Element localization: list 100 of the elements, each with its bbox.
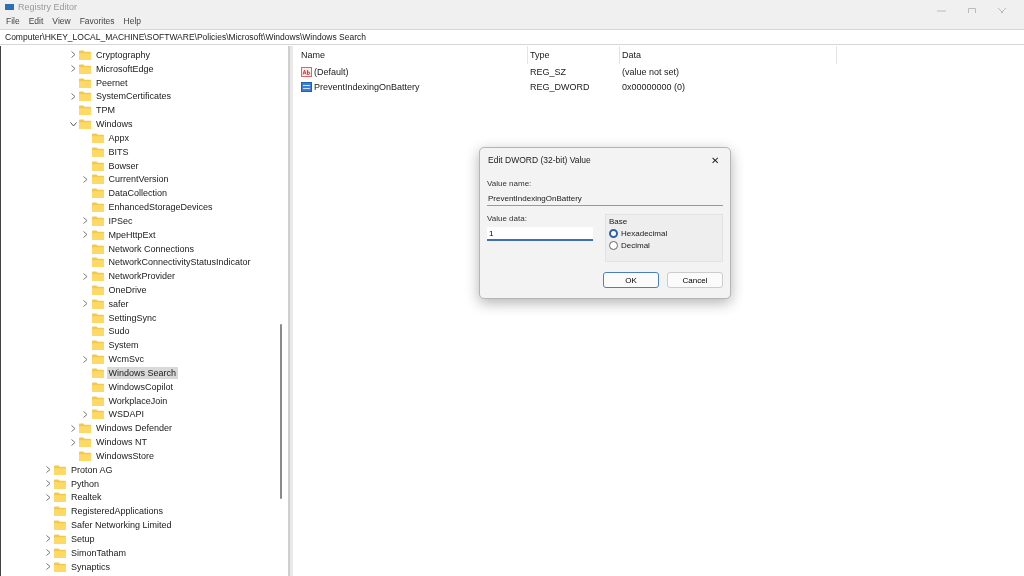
folder-icon xyxy=(91,326,104,337)
radio-button[interactable] xyxy=(609,229,618,238)
value-name[interactable]: (Default) xyxy=(314,66,349,77)
tree-item[interactable]: Appx xyxy=(106,131,131,144)
expand-chevron-icon[interactable] xyxy=(44,465,52,474)
expand-chevron-icon[interactable] xyxy=(69,438,77,447)
string-value-icon xyxy=(301,66,312,77)
tree-item[interactable]: WindowsCopilot xyxy=(106,380,176,393)
close-button[interactable]: ✕ xyxy=(707,154,723,166)
tree-item[interactable]: WorkplaceJoin xyxy=(106,394,170,407)
expand-chevron-icon[interactable] xyxy=(69,92,77,101)
radio-label[interactable]: Decimal xyxy=(621,241,650,250)
dialog-button[interactable]: OK xyxy=(603,272,659,288)
expand-chevron-icon[interactable] xyxy=(44,548,52,557)
tree-item[interactable]: Safer Networking Limited xyxy=(69,519,174,532)
radio-button[interactable] xyxy=(609,241,618,250)
expand-chevron-icon[interactable] xyxy=(81,216,90,225)
tree-item[interactable]: EnhancedStorageDevices xyxy=(106,201,215,213)
tree-item[interactable]: NetworkConnectivityStatusIndicator xyxy=(106,256,253,269)
column-header[interactable]: Data xyxy=(620,46,837,64)
folder-icon xyxy=(91,188,104,199)
folder-icon xyxy=(54,533,66,544)
maximize-icon[interactable] xyxy=(968,8,976,13)
folder-icon xyxy=(54,464,66,475)
folder-icon xyxy=(91,257,104,268)
folder-icon xyxy=(91,229,104,240)
dialog-button[interactable]: Cancel xyxy=(667,272,723,288)
tree-item[interactable]: Windows NT xyxy=(94,436,149,449)
collapse-chevron-icon[interactable] xyxy=(69,120,77,129)
value-type: REG_DWORD xyxy=(529,80,591,94)
tree-item[interactable]: OneDrive xyxy=(106,284,149,296)
menu-item[interactable]: Help xyxy=(123,16,142,26)
tree-item[interactable]: Synaptics xyxy=(69,560,113,573)
folder-icon xyxy=(91,146,104,157)
folder-icon xyxy=(79,49,91,60)
folder-icon xyxy=(91,409,104,420)
tree-item[interactable]: Proton AG xyxy=(69,463,115,476)
expand-chevron-icon[interactable] xyxy=(44,562,52,571)
folder-icon xyxy=(54,520,66,531)
folder-icon xyxy=(91,395,104,406)
tree-item[interactable]: Python xyxy=(69,477,102,490)
tree-item[interactable]: Sudo xyxy=(106,325,132,338)
expand-chevron-icon[interactable] xyxy=(44,493,52,502)
value-type: REG_SZ xyxy=(529,65,567,79)
folder-icon xyxy=(79,91,91,102)
tree-item[interactable]: Bowser xyxy=(106,159,141,172)
expand-chevron-icon[interactable] xyxy=(81,355,90,364)
tree-item[interactable]: Cryptography xyxy=(94,48,153,61)
tree-item[interactable]: WSDAPI xyxy=(106,408,146,421)
scrollbar-thumb[interactable] xyxy=(280,324,282,499)
menu-item[interactable]: Favorites xyxy=(79,16,115,26)
radio-label[interactable]: Hexadecimal xyxy=(621,229,668,238)
folder-icon xyxy=(54,492,66,503)
folder-icon xyxy=(54,478,66,489)
tree-item[interactable]: CurrentVersion xyxy=(106,173,171,186)
folder-icon xyxy=(91,285,104,295)
menu-item[interactable]: File xyxy=(6,16,20,26)
value-name[interactable]: PreventIndexingOnBattery xyxy=(314,81,420,92)
column-header[interactable]: Name xyxy=(299,46,528,64)
tree-item[interactable]: WindowsStore xyxy=(94,449,157,462)
tree-item[interactable]: MpeHttpExt xyxy=(106,228,158,241)
expand-chevron-icon[interactable] xyxy=(81,410,90,419)
expand-chevron-icon[interactable] xyxy=(81,230,90,239)
tree-item[interactable]: Realtek xyxy=(69,491,104,504)
address-bar[interactable]: Computer\HKEY_LOCAL_MACHINE\SOFTWARE\Policies\Microsoft\Windows\Windows Search xyxy=(0,29,1024,45)
expand-chevron-icon[interactable] xyxy=(81,299,90,308)
tree-item[interactable]: MicrosoftEdge xyxy=(94,62,156,75)
tree-item[interactable]: Peernet xyxy=(94,76,130,89)
tree-item[interactable]: Windows xyxy=(94,118,135,131)
tree-item[interactable]: safer xyxy=(106,297,131,310)
tree-item[interactable]: RegisteredApplications xyxy=(69,505,166,518)
tree-item[interactable]: IPSec xyxy=(106,214,135,227)
tree-item[interactable]: Windows Defender xyxy=(94,422,175,435)
expand-chevron-icon[interactable] xyxy=(44,479,52,488)
tree-item[interactable]: SettingSync xyxy=(106,311,159,324)
expand-chevron-icon[interactable] xyxy=(44,534,52,543)
folder-icon xyxy=(91,160,104,171)
tree-item[interactable]: Windows Search xyxy=(106,366,179,379)
tree-item[interactable]: NetworkProvider xyxy=(106,270,178,283)
tree-item[interactable]: SimonTatham xyxy=(69,546,129,559)
tree-item[interactable]: TPM xyxy=(94,104,117,117)
expand-chevron-icon[interactable] xyxy=(81,272,90,281)
menu-item[interactable]: View xyxy=(52,16,71,26)
folder-icon xyxy=(91,132,104,143)
expand-chevron-icon[interactable] xyxy=(81,175,90,184)
menu-item[interactable]: Edit xyxy=(28,16,44,26)
expand-chevron-icon[interactable] xyxy=(69,424,77,433)
column-header[interactable]: Type xyxy=(528,46,620,64)
expand-chevron-icon[interactable] xyxy=(69,50,77,59)
tree-item[interactable]: DataCollection xyxy=(106,187,170,200)
value-data-field[interactable]: 1 xyxy=(487,227,593,241)
tree-item[interactable]: Network Connections xyxy=(106,242,197,255)
tree-item[interactable]: WcmSvc xyxy=(106,353,146,366)
expand-chevron-icon[interactable] xyxy=(69,64,77,73)
field-label: Value name: xyxy=(487,179,533,188)
tree-item[interactable]: SystemCertificates xyxy=(94,90,174,103)
tree-item[interactable]: System xyxy=(106,339,141,352)
tree-item[interactable]: Setup xyxy=(69,532,97,545)
tree-item[interactable]: BITS xyxy=(106,145,131,158)
folder-icon xyxy=(79,423,91,434)
